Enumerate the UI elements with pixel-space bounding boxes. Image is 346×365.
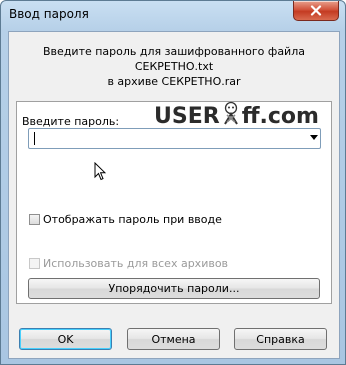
prompt-message: Введите пароль для зашифрованного файла … <box>9 44 339 89</box>
dialog-body: Введите пароль для зашифрованного файла … <box>8 31 340 359</box>
show-password-label: Отображать пароль при вводе <box>43 213 222 226</box>
password-dialog: Ввод пароля Введите пароль для зашифрова… <box>0 0 346 365</box>
close-button[interactable] <box>293 1 339 21</box>
cancel-button[interactable]: Отмена <box>127 328 220 350</box>
password-input[interactable] <box>28 128 321 149</box>
window-title: Ввод пароля <box>9 7 89 21</box>
mascot-icon <box>221 101 241 131</box>
use-for-all-label: Использовать для всех архивов <box>43 257 229 270</box>
title-bar[interactable]: Ввод пароля <box>1 1 345 31</box>
prompt-filename: СЕКРЕТНО.txt <box>134 60 214 73</box>
watermark-text-left: USER <box>154 103 220 129</box>
mouse-pointer-icon <box>94 161 107 184</box>
close-icon <box>310 5 322 16</box>
show-password-checkbox[interactable] <box>29 214 40 225</box>
prompt-line-1: Введите пароль для зашифрованного файла <box>43 45 305 58</box>
use-for-all-option: Использовать для всех архивов <box>29 257 228 270</box>
prompt-archive: в архиве СЕКРЕТНО.rar <box>107 75 241 88</box>
use-for-all-checkbox <box>29 258 40 269</box>
watermark-text-right: ff.com <box>241 103 319 129</box>
chevron-down-icon[interactable] <box>310 135 318 140</box>
organize-passwords-button[interactable]: Упорядочить пароли... <box>28 278 320 299</box>
show-password-option[interactable]: Отображать пароль при вводе <box>29 213 222 226</box>
password-label: Введите пароль: <box>22 115 120 128</box>
watermark-logo: USER ff.com <box>154 101 319 131</box>
ok-button[interactable]: OK <box>19 328 112 350</box>
text-caret <box>34 132 35 145</box>
help-button[interactable]: Справка <box>234 328 327 350</box>
